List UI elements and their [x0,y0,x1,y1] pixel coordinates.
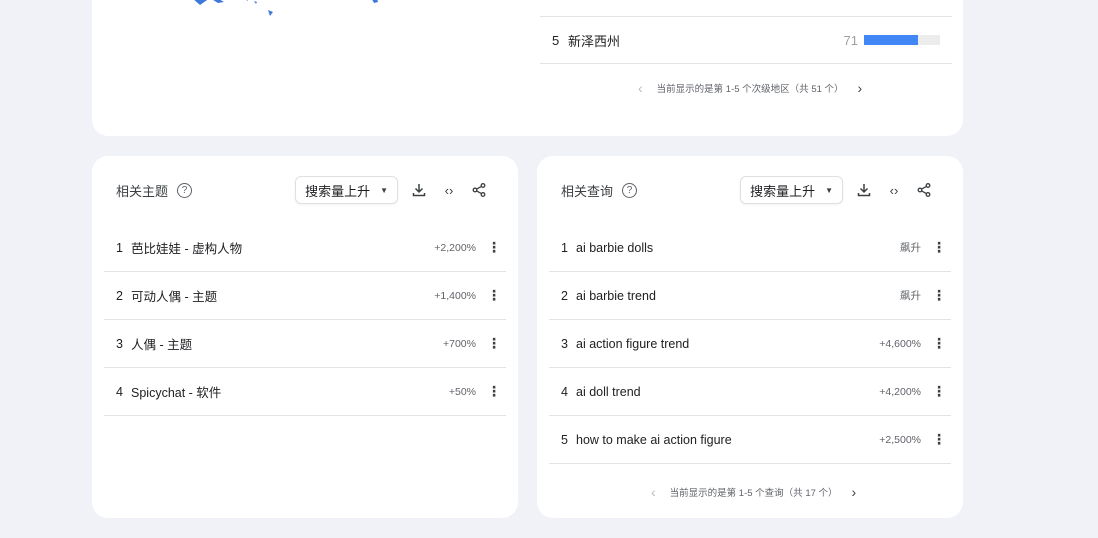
queries-pager: ‹ 当前显示的是第 1-5 个查询（共 17 个） › [651,484,856,500]
list-item[interactable]: 3 人偶 - 主题 +700% ⋮ [104,320,506,368]
region-pager: ‹ 当前显示的是第 1-5 个次级地区（共 51 个） › [638,80,862,96]
next-page-icon[interactable]: › [858,80,863,96]
item-value: +50% [448,385,476,398]
topics-list: 1 芭比娃娃 - 虚构人物 +2,200% ⋮ 2 可动人偶 - 主题 +1,400% ⋮ 3 人… [104,224,506,416]
pager-text: 当前显示的是第 1-5 个次级地区（共 51 个） [656,84,844,95]
item-value: +700% [443,337,476,350]
more-vert-icon[interactable]: ⋮ [931,431,947,448]
share-icon[interactable] [909,183,939,197]
help-icon[interactable]: ? [622,182,638,198]
rank: 1 [561,240,568,255]
list-item[interactable]: 3 ai action figure trend +4,600% ⋮ [549,320,951,368]
rank: 2 [561,288,568,303]
item-label: Spicychat - 软件 [131,386,222,400]
caret-down-icon: ▼ [825,185,833,195]
sort-dropdown[interactable]: 搜索量上升 ▼ [295,176,398,204]
share-icon[interactable] [464,183,494,197]
download-icon[interactable] [849,183,879,197]
item-value: +2,200% [434,241,476,254]
list-item[interactable]: 2 ai barbie trend 飙升 ⋮ [549,272,951,320]
list-item[interactable]: 2 可动人偶 - 主题 +1,400% ⋮ [104,272,506,320]
map-hawaii [246,0,273,16]
dropdown-value: 搜索量上升 [750,183,816,199]
prev-page-icon[interactable]: ‹ [651,484,656,500]
more-vert-icon[interactable]: ⋮ [486,287,502,304]
list-item[interactable]: 1 ai barbie dolls 飙升 ⋮ [549,224,951,272]
item-label: ai doll trend [576,384,641,399]
region-row[interactable]: 5 新泽西州 71 [540,16,952,64]
more-vert-icon[interactable]: ⋮ [931,239,947,256]
region-name: 新泽西州 [568,33,621,49]
item-value: 飙升 [900,242,921,254]
more-vert-icon[interactable]: ⋮ [931,335,947,352]
map-florida [372,0,378,3]
rank: 5 [552,32,560,48]
related-queries-card: 相关查询 ? 搜索量上升 ▼ ‹› 1 ai barbie dolls 飙升 ⋮ 2 ai … [537,156,963,518]
value-bar [864,35,940,45]
us-map[interactable] [182,0,482,40]
rank: 3 [116,336,123,351]
item-label: ai action figure trend [576,336,690,351]
region-value: 71 [843,32,858,48]
list-item[interactable]: 5 how to make ai action figure +2,500% ⋮ [549,416,951,464]
related-topics-card: 相关主题 ? 搜索量上升 ▼ ‹› 1 芭比娃娃 - 虚构人物 +2,200% ⋮ 2 可动… [92,156,518,518]
dropdown-value: 搜索量上升 [305,183,371,199]
item-label: ai barbie trend [576,288,656,303]
item-label: how to make ai action figure [576,432,732,447]
caret-down-icon: ▼ [380,185,388,195]
download-icon[interactable] [404,183,434,197]
item-label: 可动人偶 - 主题 [131,290,218,304]
rank: 3 [561,336,568,351]
embed-code-icon[interactable]: ‹› [879,183,909,198]
item-value: +2,500% [879,433,921,446]
item-value: +1,400% [434,289,476,302]
map-alaska [194,0,224,5]
prev-page-icon[interactable]: ‹ [638,80,643,96]
item-label: 人偶 - 主题 [131,338,193,352]
help-icon[interactable]: ? [177,182,193,198]
next-page-icon[interactable]: › [852,484,857,500]
more-vert-icon[interactable]: ⋮ [931,383,947,400]
rank: 1 [116,240,123,255]
region-card: 5 新泽西州 71 ‹ 当前显示的是第 1-5 个次级地区（共 51 个） › [92,0,963,136]
rank: 5 [561,432,568,447]
item-label: 芭比娃娃 - 虚构人物 [131,242,243,256]
item-label: ai barbie dolls [576,240,654,255]
item-value: +4,600% [879,337,921,350]
item-value: +4,200% [879,385,921,398]
rank: 4 [561,384,568,399]
pager-text: 当前显示的是第 1-5 个查询（共 17 个） [669,488,838,499]
embed-code-icon[interactable]: ‹› [434,183,464,198]
sort-dropdown[interactable]: 搜索量上升 ▼ [740,176,843,204]
item-value: 飙升 [900,290,921,302]
list-item[interactable]: 4 Spicychat - 软件 +50% ⋮ [104,368,506,416]
more-vert-icon[interactable]: ⋮ [931,287,947,304]
list-item[interactable]: 4 ai doll trend +4,200% ⋮ [549,368,951,416]
more-vert-icon[interactable]: ⋮ [486,239,502,256]
more-vert-icon[interactable]: ⋮ [486,383,502,400]
card-title: 相关主题 [116,183,169,199]
list-item[interactable]: 1 芭比娃娃 - 虚构人物 +2,200% ⋮ [104,224,506,272]
card-title: 相关查询 [561,183,614,199]
value-bar-fill [864,35,918,45]
rank: 4 [116,384,123,399]
queries-list: 1 ai barbie dolls 飙升 ⋮ 2 ai barbie trend 飙升 ⋮ 3 a… [549,224,951,464]
rank: 2 [116,288,123,303]
more-vert-icon[interactable]: ⋮ [486,335,502,352]
